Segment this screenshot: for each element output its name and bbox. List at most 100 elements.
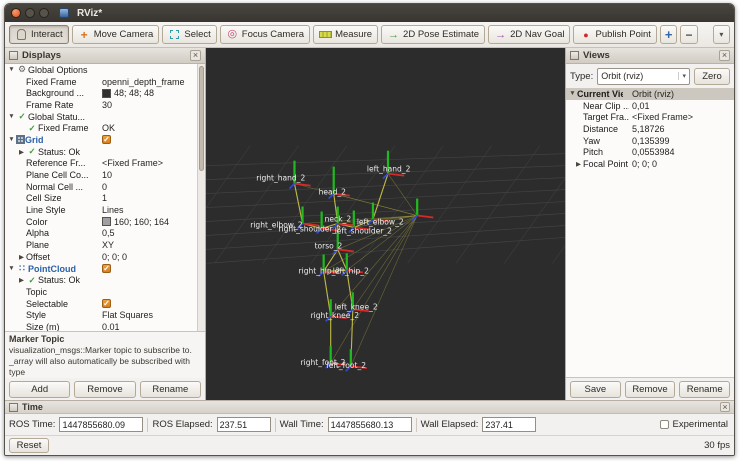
rename-button[interactable]: Rename: [679, 380, 731, 398]
window-title: RViz*: [77, 7, 103, 19]
property-row-plane[interactable]: Plane XY: [5, 239, 205, 251]
tool-publish-point-button[interactable]: ● Publish Point: [573, 25, 657, 44]
property-value: 48; 48; 48: [102, 87, 154, 99]
checkbox-checked[interactable]: ✓: [102, 299, 111, 309]
add-button[interactable]: Add: [9, 380, 71, 398]
close-window-button[interactable]: [11, 8, 21, 18]
vertical-scrollbar[interactable]: [197, 64, 205, 331]
expander-icon[interactable]: ▶: [17, 253, 26, 261]
remove-button[interactable]: Remove: [74, 380, 136, 398]
render-viewport[interactable]: right_hand_2 left_hand_2 head_2 right_elbow…: [206, 48, 565, 400]
property-row-yaw[interactable]: Yaw 0,135399: [566, 135, 734, 147]
hand-icon-glyph: [17, 29, 26, 40]
property-name: Fixed Frame: [38, 123, 89, 134]
property-value: ✓: [102, 298, 111, 310]
property-row-style[interactable]: Style Flat Squares: [5, 309, 205, 321]
tool-move-camera-button[interactable]: + Move Camera: [71, 25, 160, 44]
view-type-dropdown[interactable]: Orbit (rviz): [597, 67, 690, 85]
property-row-topic[interactable]: Topic: [5, 286, 205, 298]
checkbox-checked[interactable]: ✓: [102, 264, 111, 274]
grid-icon: [16, 135, 25, 145]
property-row-global-options[interactable]: ▼ ⚙ Global Options: [5, 64, 205, 76]
check-icon: ✓: [28, 274, 36, 285]
property-value: 0,0553984: [632, 146, 675, 158]
remove-tool-button[interactable]: −: [680, 25, 698, 44]
tool-select-button[interactable]: Select: [162, 25, 217, 44]
scrollbar-thumb[interactable]: [199, 66, 204, 171]
property-row-focal-point[interactable]: ▶ Focal Point 0; 0; 0: [566, 158, 734, 170]
wall-time-input[interactable]: [327, 417, 412, 432]
property-row-target-fra[interactable]: Target Fra... <Fixed Frame>: [566, 111, 734, 123]
reset-button[interactable]: Reset: [9, 438, 49, 453]
select-icon: [168, 28, 181, 41]
ros-elapsed-input[interactable]: [216, 417, 271, 432]
time-panel-header[interactable]: Time: [5, 401, 734, 414]
nav-icon: →: [494, 28, 507, 41]
tool-interact-button[interactable]: Interact: [9, 25, 69, 44]
expander-icon[interactable]: ▼: [7, 136, 16, 143]
add-tool-button[interactable]: +: [659, 25, 678, 44]
tool-measure-button[interactable]: Measure: [313, 25, 379, 44]
nav-icon-glyph: →: [495, 28, 507, 41]
minus-icon: −: [685, 27, 693, 42]
property-row-frame-rate[interactable]: Frame Rate 30: [5, 99, 205, 111]
property-row-offset[interactable]: ▶ Offset 0; 0; 0: [5, 251, 205, 263]
property-row-status-ok[interactable]: ▶ ✓ Status: Ok: [5, 146, 205, 158]
expander-icon[interactable]: ▶: [17, 148, 26, 156]
pose-icon: →: [387, 28, 400, 41]
property-value: 0: [102, 181, 107, 193]
property-row-plane-cell-co[interactable]: Plane Cell Co... 10: [5, 169, 205, 181]
expander-icon[interactable]: ▶: [17, 276, 26, 284]
experimental-checkbox[interactable]: [659, 420, 669, 429]
expander-icon[interactable]: ▼: [7, 66, 16, 73]
minimize-window-button[interactable]: [25, 8, 35, 18]
toolbar-overflow-button[interactable]: ▾: [712, 25, 730, 44]
property-row-color[interactable]: Color 160; 160; 164: [5, 216, 205, 228]
property-row-line-style[interactable]: Line Style Lines: [5, 204, 205, 216]
expander-icon[interactable]: ▼: [7, 265, 16, 272]
property-name: Color: [26, 216, 48, 227]
views-panel-header[interactable]: Views: [566, 48, 734, 64]
property-row-pointcloud[interactable]: ▼ ∷ PointCloud ✓: [5, 263, 205, 275]
property-row-status-ok[interactable]: ▶ ✓ Status: Ok: [5, 274, 205, 286]
expander-icon[interactable]: ▼: [7, 113, 16, 120]
wall-elapsed-input[interactable]: [482, 417, 537, 432]
expander-icon[interactable]: ▼: [568, 90, 577, 97]
time-close-icon[interactable]: [720, 402, 730, 412]
rename-button[interactable]: Rename: [139, 380, 201, 398]
property-row-current-view[interactable]: ▼Current View Orbit (rviz): [566, 88, 734, 100]
save-button[interactable]: Save: [570, 380, 621, 398]
zero-button[interactable]: Zero: [694, 67, 730, 85]
tool-2d-nav-goal-button[interactable]: → 2D Nav Goal: [488, 25, 571, 44]
property-row-grid[interactable]: ▼ Grid ✓: [5, 134, 205, 146]
property-row-global-statu[interactable]: ▼ ✓ Global Statu...: [5, 111, 205, 123]
tool-focus-camera-button[interactable]: ◎ Focus Camera: [219, 25, 311, 44]
checkbox-checked[interactable]: ✓: [102, 135, 111, 145]
property-row-background[interactable]: Background ... 48; 48; 48: [5, 87, 205, 99]
expander-icon[interactable]: ▶: [574, 160, 583, 168]
property-row-fixed-frame[interactable]: ✓ Fixed Frame OK: [5, 122, 205, 134]
ros-time-input[interactable]: [59, 417, 144, 432]
property-row-selectable[interactable]: Selectable ✓: [5, 298, 205, 310]
remove-button[interactable]: Remove: [624, 380, 676, 398]
tool-2d-pose-estimate-button[interactable]: → 2D Pose Estimate: [381, 25, 486, 44]
property-row-pitch[interactable]: Pitch 0,0553984: [566, 146, 734, 158]
property-row-reference-fr[interactable]: Reference Fr... <Fixed Frame>: [5, 158, 205, 170]
property-value-text: 30: [102, 99, 113, 110]
property-row-alpha[interactable]: Alpha 0,5: [5, 228, 205, 240]
views-close-icon[interactable]: [719, 50, 730, 61]
property-row-size-m[interactable]: Size (m) 0.01: [5, 321, 205, 331]
property-row-cell-size[interactable]: Cell Size 1: [5, 193, 205, 205]
view-type-value: Orbit (rviz): [601, 71, 644, 81]
property-row-distance[interactable]: Distance 5,18726: [566, 123, 734, 135]
property-row-normal-cell[interactable]: Normal Cell ... 0: [5, 181, 205, 193]
displays-panel-header[interactable]: Displays: [5, 48, 205, 64]
property-row-fixed-frame[interactable]: Fixed Frame openni_depth_frame: [5, 76, 205, 88]
help-title: Marker Topic: [9, 334, 65, 344]
property-value-text: OK: [102, 123, 116, 134]
property-row-near-clip[interactable]: Near Clip ... 0,01: [566, 100, 734, 112]
displays-close-icon[interactable]: [190, 50, 201, 61]
gear-icon: ⚙: [17, 64, 27, 75]
maximize-window-button[interactable]: [39, 8, 49, 18]
titlebar[interactable]: RViz*: [5, 4, 734, 22]
